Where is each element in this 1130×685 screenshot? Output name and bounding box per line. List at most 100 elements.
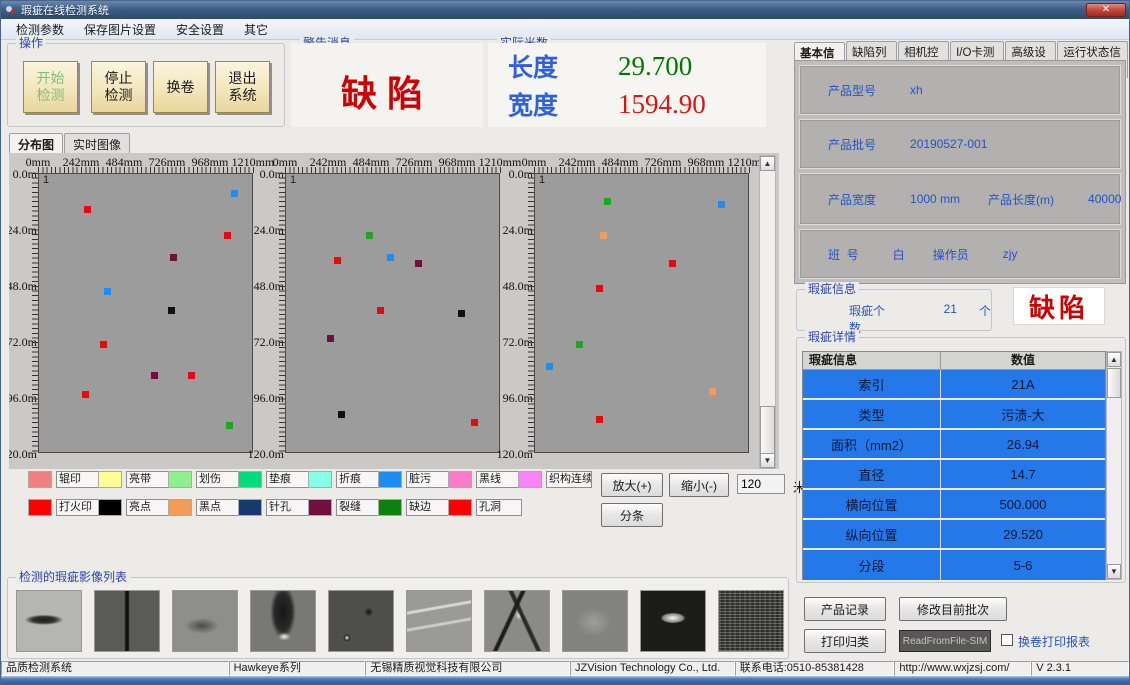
- legend-color-swatch: [238, 499, 262, 516]
- defect-thumbnail-8[interactable]: [562, 590, 628, 652]
- op-button-2[interactable]: 停止检测: [91, 61, 146, 113]
- scatter-panel-2: 0mm242mm484mm726mm968mm1210mm0.0m24.0m48…: [268, 155, 514, 467]
- defect-marker: [604, 198, 611, 205]
- plots-scrollbar[interactable]: ▲ ▼: [759, 155, 776, 469]
- warning-message: 缺陷: [291, 65, 483, 117]
- legend-label-box[interactable]: 脏污: [406, 471, 452, 488]
- legend-label-box[interactable]: 黑线: [476, 471, 522, 488]
- legend-label-box[interactable]: 黑点: [196, 499, 242, 516]
- scrollbar-thumb[interactable]: [760, 406, 775, 456]
- defect-marker: [170, 254, 177, 261]
- table-cell-label: 分段: [803, 550, 941, 580]
- operation-group-label: 操作: [16, 36, 46, 50]
- table-cell-value: 500.000: [941, 490, 1105, 518]
- legend-color-swatch: [518, 471, 542, 488]
- scroll-up-icon[interactable]: ▲: [760, 156, 775, 171]
- legend-label-box[interactable]: 织构连续: [546, 471, 592, 488]
- menu-item-3[interactable]: 安全设置: [167, 19, 233, 40]
- table-cell-label: 纵向位置: [803, 520, 941, 548]
- table-row-7[interactable]: 分段5-6: [803, 550, 1105, 580]
- table-row-3[interactable]: 面积（mm2）26.94: [803, 430, 1105, 460]
- legend-label-box[interactable]: 划伤: [196, 471, 242, 488]
- scroll-down-icon[interactable]: ▼: [760, 453, 775, 468]
- table-cell-value: 污渍-大: [941, 400, 1105, 428]
- menu-item-2[interactable]: 保存图片设置: [75, 19, 165, 40]
- menu-item-4[interactable]: 其它: [235, 19, 277, 40]
- status-segment-3: 无锡精质视觉科技有限公司: [365, 661, 570, 676]
- panel-number-label: 1: [539, 174, 545, 186]
- length-input[interactable]: [737, 474, 785, 494]
- legend-label-box[interactable]: 亮带: [126, 471, 172, 488]
- defect-thumbnail-1[interactable]: [16, 590, 82, 652]
- legend-color-swatch: [168, 499, 192, 516]
- view-tab-2[interactable]: 实时图像: [64, 133, 130, 155]
- legend-color-swatch: [378, 471, 402, 488]
- width-value: 1594.90: [618, 89, 706, 120]
- legend-label-box[interactable]: 孔洞: [476, 499, 522, 516]
- defect-thumbnail-9[interactable]: [640, 590, 706, 652]
- defect-marker: [377, 307, 384, 314]
- defect-marker: [596, 285, 603, 292]
- roll-print-checkbox[interactable]: [1001, 634, 1013, 646]
- table-row-5[interactable]: 横向位置500.000: [803, 490, 1105, 520]
- defect-marker: [546, 363, 553, 370]
- table-row-2[interactable]: 类型污渍-大: [803, 400, 1105, 430]
- table-cell-label: 直径: [803, 460, 941, 488]
- scroll-up-icon[interactable]: ▲: [1107, 352, 1121, 367]
- legend-label-box[interactable]: 裂缝: [336, 499, 382, 516]
- table-cell-value: 5-6: [941, 550, 1105, 580]
- defect-marker: [415, 260, 422, 267]
- read-from-file-button[interactable]: ReadFromFile-SIM: [899, 630, 991, 652]
- legend-color-swatch: [308, 499, 332, 516]
- defect-thumbnail-3[interactable]: [172, 590, 238, 652]
- defect-marker: [338, 411, 345, 418]
- defect-detail-group-label: 瑕疵详情: [805, 330, 859, 344]
- defect-thumbnail-10[interactable]: [718, 590, 784, 652]
- split-button[interactable]: 分条: [601, 503, 663, 527]
- legend-label-box[interactable]: 打火印: [56, 499, 102, 516]
- legend-label-box[interactable]: 缺边: [406, 499, 452, 516]
- print-classify-button[interactable]: 打印归类: [804, 629, 886, 653]
- table-row-6[interactable]: 纵向位置29.520: [803, 520, 1105, 550]
- legend-label-box[interactable]: 辊印: [56, 471, 102, 488]
- defect-marker: [718, 201, 725, 208]
- table-scrollbar[interactable]: ▲ ▼: [1106, 351, 1122, 580]
- op-button-4[interactable]: 退出系统: [215, 61, 270, 113]
- close-icon[interactable]: ✕: [1086, 3, 1126, 17]
- op-button-3[interactable]: 换卷: [153, 61, 208, 113]
- zoom-in-button[interactable]: 放大(+): [601, 473, 663, 497]
- table-cell-value: 26.94: [941, 430, 1105, 458]
- defect-thumbnail-2[interactable]: [94, 590, 160, 652]
- defect-marker: [709, 388, 716, 395]
- defect-thumbnail-6[interactable]: [406, 590, 472, 652]
- defect-marker: [471, 419, 478, 426]
- legend-label-box[interactable]: 亮点: [126, 499, 172, 516]
- op-button-1[interactable]: 开始检测: [23, 61, 78, 113]
- defect-thumbnail-5[interactable]: [328, 590, 394, 652]
- legend-label-box[interactable]: 折痕: [336, 471, 382, 488]
- table-row-4[interactable]: 直径14.7: [803, 460, 1105, 490]
- defect-marker: [84, 206, 91, 213]
- table-cell-value: 21A: [941, 370, 1105, 398]
- legend-color-swatch: [448, 499, 472, 516]
- x-axis-tick-label: 726mm: [396, 155, 433, 167]
- defect-thumbnail-7[interactable]: [484, 590, 550, 652]
- width-label: 宽度: [508, 86, 618, 122]
- table-row-1[interactable]: 索引21A: [803, 370, 1105, 400]
- table-cell-label: 类型: [803, 400, 941, 428]
- legend-label-box[interactable]: 针孔: [266, 499, 312, 516]
- modify-batch-button[interactable]: 修改目前批次: [899, 597, 1007, 621]
- defect-marker: [600, 232, 607, 239]
- table-cell-label: 索引: [803, 370, 941, 398]
- plot-area: [38, 173, 253, 453]
- scrollbar-thumb[interactable]: [1107, 368, 1121, 398]
- defect-count-unit: 个: [979, 302, 991, 336]
- scroll-down-icon[interactable]: ▼: [1107, 564, 1121, 579]
- legend-label-box[interactable]: 垫痕: [266, 471, 312, 488]
- defect-thumbnail-4[interactable]: [250, 590, 316, 652]
- zoom-out-button[interactable]: 缩小(-): [669, 473, 729, 497]
- y-axis-tick-label: 72.0m: [244, 335, 284, 350]
- info-field-label: 产品宽度: [828, 191, 876, 208]
- product-record-button[interactable]: 产品记录: [804, 597, 886, 621]
- defect-marker: [224, 232, 231, 239]
